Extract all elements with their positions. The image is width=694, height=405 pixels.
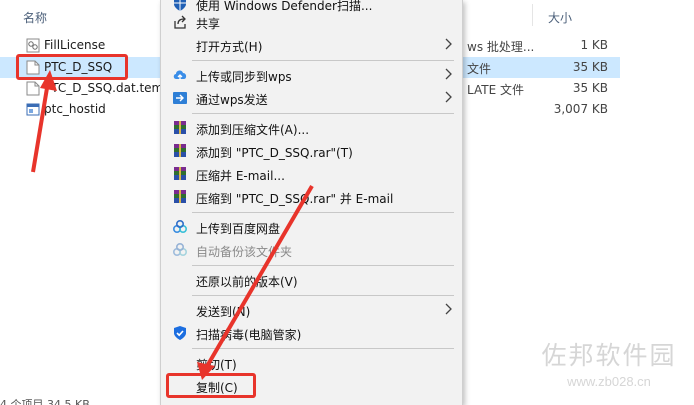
baidu-netdisk-icon <box>172 242 188 257</box>
menu-item-baidu-upload[interactable]: 上传到百度网盘 <box>161 216 462 238</box>
watermark-url: www.zb028.cn <box>567 374 651 389</box>
menu-item-label: 还原以前的版本(V) <box>196 275 298 289</box>
menu-item-label: 自动备份该文件夹 <box>196 245 293 259</box>
menu-item-add-to-archive[interactable]: 添加到压缩文件(A)... <box>161 117 462 139</box>
column-name-header[interactable]: 名称 <box>23 9 47 26</box>
file-type: ws 批处理... <box>467 40 535 54</box>
pc-manager-shield-icon <box>174 326 186 340</box>
column-divider[interactable] <box>532 4 533 26</box>
winrar-icon <box>174 167 186 180</box>
file-size: 3,007 KB <box>553 102 608 116</box>
menu-separator <box>192 295 454 296</box>
menu-separator <box>192 113 454 114</box>
chevron-right-icon <box>445 91 452 103</box>
wps-cloud-icon <box>173 70 187 80</box>
file-type: 文件 <box>467 62 492 76</box>
menu-item-wps-send[interactable]: 通过wps发送 <box>161 87 462 109</box>
menu-item-send-to[interactable]: 发送到(N) <box>161 299 462 321</box>
menu-separator <box>192 212 454 213</box>
file-size: 35 KB <box>572 60 608 74</box>
share-icon <box>174 15 186 29</box>
menu-item-baidu-auto-backup: 自动备份该文件夹 <box>161 239 462 261</box>
file-name: ptc_hostid <box>44 102 106 116</box>
blank-file-icon <box>26 81 40 96</box>
menu-item-label: 压缩并 E-mail... <box>196 169 285 183</box>
annotation-highlight-file <box>16 54 128 80</box>
menu-item-wps-upload[interactable]: 上传或同步到wps <box>161 64 462 86</box>
menu-separator <box>192 265 454 266</box>
application-icon <box>26 103 40 116</box>
chevron-right-icon <box>445 303 452 315</box>
menu-item-share[interactable]: 共享 <box>161 11 462 33</box>
file-size: 35 KB <box>572 81 608 95</box>
menu-item-restore-versions[interactable]: 还原以前的版本(V) <box>161 269 462 291</box>
menu-item-label: 通过wps发送 <box>196 93 268 107</box>
chevron-right-icon <box>445 38 452 50</box>
chevron-right-icon <box>445 68 452 80</box>
menu-separator <box>192 60 454 61</box>
menu-item-label: 压缩到 "PTC_D_SSQ.rar" 并 E-mail <box>196 192 394 206</box>
menu-item-label: 共享 <box>196 17 221 31</box>
watermark: 佐邦软件园 www.zb028.cn <box>528 336 690 389</box>
menu-item-cut[interactable]: 剪切(T) <box>161 352 462 374</box>
file-type: LATE 文件 <box>467 83 524 97</box>
context-menu: 使用 Windows Defender扫描... 共享 打开方式(H) 上传或同… <box>160 0 463 405</box>
winrar-icon <box>174 121 186 134</box>
batch-file-icon <box>26 38 40 53</box>
wps-send-icon <box>173 92 187 104</box>
menu-item-compress-email[interactable]: 压缩并 E-mail... <box>161 163 462 185</box>
menu-item-virus-scan[interactable]: 扫描病毒(电脑管家) <box>161 322 462 344</box>
status-bar: 4 个项目 34.5 KB <box>0 398 90 405</box>
file-name: FillLicense <box>44 38 106 52</box>
menu-item-label: 添加到 "PTC_D_SSQ.rar"(T) <box>196 146 353 160</box>
menu-item-compress-rar-email[interactable]: 压缩到 "PTC_D_SSQ.rar" 并 E-mail <box>161 186 462 208</box>
menu-item-label: 添加到压缩文件(A)... <box>196 123 310 137</box>
menu-item-label: 打开方式(H) <box>196 40 263 54</box>
file-size: 1 KB <box>580 38 608 52</box>
menu-item-label: 上传或同步到wps <box>196 70 292 84</box>
file-name: PTC_D_SSQ.dat.temp <box>44 81 171 95</box>
baidu-netdisk-icon <box>172 219 188 234</box>
menu-separator <box>192 348 454 349</box>
menu-item-label: 剪切(T) <box>196 358 237 372</box>
column-size-header[interactable]: 大小 <box>548 9 572 26</box>
menu-item-label: 上传到百度网盘 <box>196 222 281 236</box>
watermark-site-name: 佐邦软件园 <box>541 341 677 370</box>
menu-item-label: 发送到(N) <box>196 305 251 319</box>
menu-item-label: 扫描病毒(电脑管家) <box>196 328 302 342</box>
winrar-icon <box>174 144 186 157</box>
menu-item-add-to-rar[interactable]: 添加到 "PTC_D_SSQ.rar"(T) <box>161 140 462 162</box>
menu-item-open-with[interactable]: 打开方式(H) <box>161 34 462 56</box>
annotation-highlight-copy <box>166 373 256 398</box>
winrar-icon <box>174 190 186 203</box>
